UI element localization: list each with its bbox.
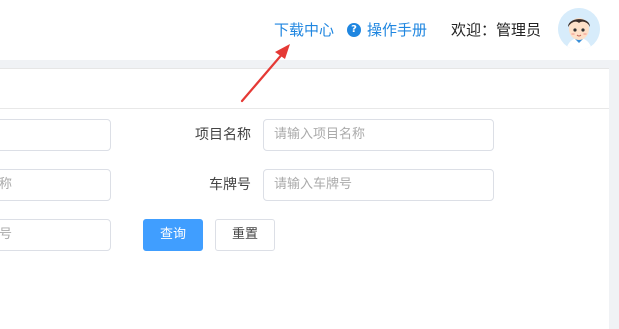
left-field-1-input[interactable] <box>0 119 111 151</box>
top-header: 下载中心 ? 操作手册 欢迎：管理员 <box>0 0 619 60</box>
user-avatar[interactable] <box>558 8 600 50</box>
left-field-3-input[interactable]: 号 <box>0 219 111 251</box>
left-field-2-input[interactable]: 称 <box>0 169 111 201</box>
query-button[interactable]: 查询 <box>143 219 203 251</box>
plate-number-label: 车牌号 <box>209 177 251 193</box>
panel-divider <box>0 108 609 109</box>
project-name-input[interactable]: 请输入项目名称 <box>263 119 494 151</box>
project-name-label: 项目名称 <box>195 127 251 143</box>
help-circle-icon: ? <box>347 23 361 37</box>
download-center-link[interactable]: 下载中心 <box>274 20 334 40</box>
left-field-3-text: 号 <box>0 227 13 242</box>
operation-manual-label: 操作手册 <box>367 21 428 39</box>
reset-button[interactable]: 重置 <box>215 219 275 251</box>
avatar-face-icon <box>558 8 600 50</box>
operation-manual-link[interactable]: ? 操作手册 <box>347 20 427 40</box>
left-field-2-text: 称 <box>0 177 13 192</box>
plate-number-input[interactable]: 请输入车牌号 <box>263 169 494 201</box>
welcome-user-text: 欢迎：管理员 <box>451 21 542 39</box>
